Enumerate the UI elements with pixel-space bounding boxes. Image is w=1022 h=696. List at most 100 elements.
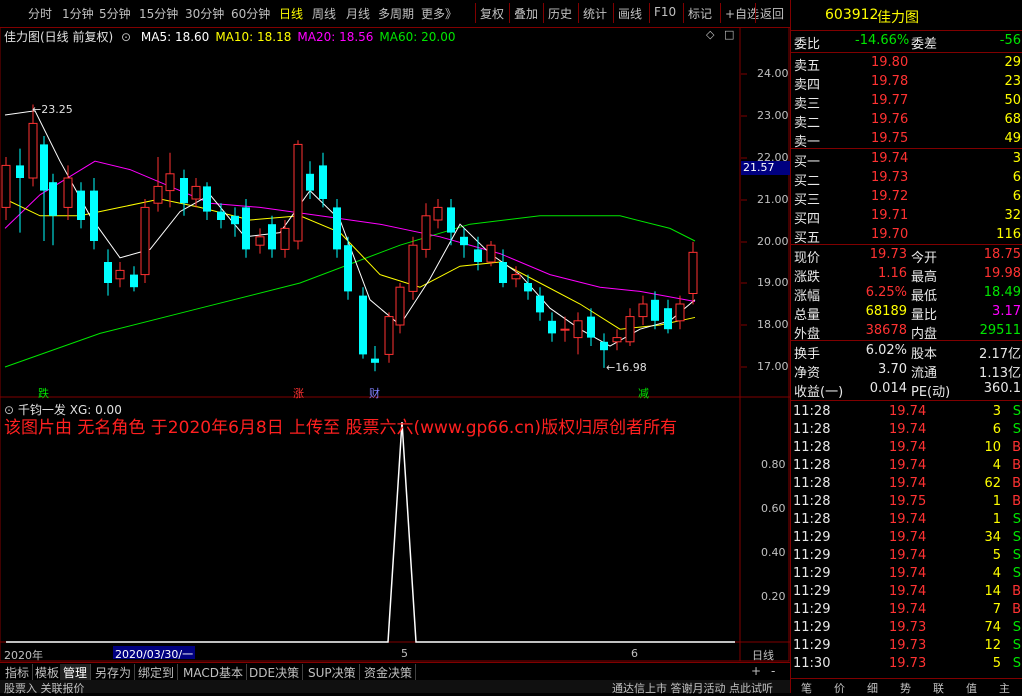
toolbar-item-5[interactable]: 60分钟 bbox=[231, 5, 270, 22]
tick-row[interactable]: 11:29 19.74 4 S bbox=[791, 566, 1022, 584]
bottom-tab-2[interactable]: 管理 bbox=[60, 664, 92, 681]
tick-row[interactable]: 11:29 19.74 14 B bbox=[791, 584, 1022, 602]
bottom-tab-6[interactable]: DDE决策 bbox=[246, 664, 304, 681]
sell-row[interactable]: 卖四 19.78 23 bbox=[791, 74, 1022, 93]
toolbar-separator bbox=[543, 3, 544, 23]
event-marker-reduce[interactable]: 减 bbox=[638, 385, 649, 401]
order-label: 买三 bbox=[794, 193, 821, 208]
candle-body bbox=[280, 227, 290, 250]
tick-row[interactable]: 11:28 19.74 1 S bbox=[791, 512, 1022, 530]
candle-body bbox=[191, 185, 201, 200]
toolbar-right-item-0[interactable]: 复权 bbox=[480, 5, 504, 22]
buy-row[interactable]: 买五 19.70 116 bbox=[791, 227, 1022, 246]
bottom-tab-8[interactable]: 资金决策 bbox=[361, 664, 417, 681]
toolbar-right-item-4[interactable]: 画线 bbox=[618, 5, 642, 22]
toolbar-item-10[interactable]: 更多》 bbox=[421, 5, 457, 22]
bottom-tab-3[interactable]: 另存为 bbox=[92, 664, 136, 681]
detail-tab-0[interactable]: 笔 bbox=[801, 680, 812, 696]
tick-row[interactable]: 11:28 19.74 4 B bbox=[791, 458, 1022, 476]
bottom-tab-1[interactable]: 模板 bbox=[32, 664, 64, 681]
tick-price: 19.74 bbox=[889, 566, 927, 581]
toolbar-item-4[interactable]: 30分钟 bbox=[185, 5, 224, 22]
tick-volume: 34 bbox=[984, 530, 1001, 545]
toolbar-item-3[interactable]: 15分钟 bbox=[139, 5, 178, 22]
toolbar-item-0[interactable]: 分时 bbox=[28, 5, 52, 22]
stat-label: 换手 bbox=[794, 347, 821, 362]
bottom-tab-0[interactable]: 指标 bbox=[2, 664, 34, 681]
zoom-in-button[interactable]: + bbox=[748, 664, 764, 678]
tick-price: 19.74 bbox=[889, 458, 927, 473]
tick-row[interactable]: 11:29 19.74 5 S bbox=[791, 548, 1022, 566]
candle-body bbox=[560, 328, 570, 331]
tick-row[interactable]: 11:29 19.74 34 S bbox=[791, 530, 1022, 548]
status-promo[interactable]: 通达信上市 答谢月活动 点此试听 bbox=[612, 680, 773, 696]
toolbar-right-item-1[interactable]: 叠加 bbox=[514, 5, 538, 22]
tick-row[interactable]: 11:28 19.74 10 B bbox=[791, 440, 1022, 458]
tick-row[interactable]: 11:29 19.74 7 B bbox=[791, 602, 1022, 620]
tick-row[interactable]: 11:29 19.73 12 S bbox=[791, 638, 1022, 656]
candle-body bbox=[460, 236, 468, 246]
tick-price: 19.74 bbox=[889, 584, 927, 599]
buy-row[interactable]: 买四 19.71 32 bbox=[791, 208, 1022, 227]
tick-row[interactable]: 11:28 19.74 3 S bbox=[791, 404, 1022, 422]
detail-tab-4[interactable]: 联 bbox=[933, 680, 944, 696]
order-volume: 3 bbox=[1012, 151, 1021, 166]
toolbar-right-item-7[interactable]: +自选 bbox=[725, 5, 759, 22]
chart-area[interactable] bbox=[0, 27, 790, 662]
detail-tab-6[interactable]: 主 bbox=[999, 680, 1010, 696]
buy-row[interactable]: 买三 19.72 6 bbox=[791, 189, 1022, 208]
buy-row[interactable]: 买二 19.73 6 bbox=[791, 170, 1022, 189]
status-left[interactable]: 股票入 关联报价 bbox=[4, 680, 85, 696]
bottom-tab-4[interactable]: 绑定到 bbox=[135, 664, 179, 681]
buy-row[interactable]: 买一 19.74 3 bbox=[791, 151, 1022, 170]
toolbar-right-item-2[interactable]: 历史 bbox=[548, 5, 572, 22]
order-label: 卖三 bbox=[794, 97, 821, 112]
candle-body bbox=[333, 207, 341, 250]
candle-body bbox=[255, 236, 265, 246]
sell-row[interactable]: 卖二 19.76 68 bbox=[791, 112, 1022, 131]
toolbar-item-1[interactable]: 1分钟 bbox=[62, 5, 94, 22]
tick-time: 11:28 bbox=[793, 458, 831, 473]
pin-icon[interactable]: ◇ bbox=[706, 28, 714, 41]
toolbar-item-9[interactable]: 多周期 bbox=[378, 5, 414, 22]
tick-row[interactable]: 11:30 19.73 5 S bbox=[791, 656, 1022, 674]
event-marker-finance[interactable]: 财 bbox=[369, 385, 380, 401]
event-marker-rise[interactable]: 涨 bbox=[293, 385, 304, 401]
detail-tab-5[interactable]: 值 bbox=[966, 680, 977, 696]
tick-side: S bbox=[1012, 404, 1021, 419]
candle-body bbox=[688, 251, 698, 294]
candle-body bbox=[130, 274, 138, 288]
zoom-out-button[interactable]: - bbox=[768, 664, 778, 678]
bottom-tab-7[interactable]: SUP决策 bbox=[305, 664, 360, 681]
tick-row[interactable]: 11:28 19.74 62 B bbox=[791, 476, 1022, 494]
sell-row[interactable]: 卖五 19.80 29 bbox=[791, 55, 1022, 74]
tick-row[interactable]: 11:28 19.74 6 S bbox=[791, 422, 1022, 440]
candle-body bbox=[511, 274, 521, 280]
sell-row[interactable]: 卖一 19.75 49 bbox=[791, 131, 1022, 150]
tick-row[interactable]: 11:29 19.73 74 S bbox=[791, 620, 1022, 638]
toolbar-right-item-8[interactable]: 返回 bbox=[760, 5, 784, 22]
sell-row[interactable]: 卖三 19.77 50 bbox=[791, 93, 1022, 112]
candle-body bbox=[293, 143, 303, 242]
toolbar-right-item-6[interactable]: 标记 bbox=[688, 5, 712, 22]
bottom-tab-5[interactable]: MACD基本 bbox=[180, 664, 247, 681]
tick-time: 11:28 bbox=[793, 494, 831, 509]
tick-side: B bbox=[1012, 458, 1021, 473]
detail-tab-3[interactable]: 势 bbox=[900, 680, 911, 696]
maximize-icon[interactable]: □ bbox=[724, 28, 734, 41]
toolbar-item-8[interactable]: 月线 bbox=[346, 5, 370, 22]
toolbar-item-2[interactable]: 5分钟 bbox=[99, 5, 131, 22]
toolbar-right-item-3[interactable]: 统计 bbox=[583, 5, 607, 22]
toolbar-right-item-5[interactable]: F10 bbox=[654, 5, 676, 19]
stat-value: 3.70 bbox=[878, 362, 907, 377]
tick-row[interactable]: 11:28 19.75 1 B bbox=[791, 494, 1022, 512]
tick-side: B bbox=[1012, 602, 1021, 617]
settings-circle-icon[interactable]: ⊙ bbox=[121, 30, 131, 44]
weibi-row: 委比 -14.66% 委差 -56 bbox=[791, 33, 1022, 52]
detail-tab-2[interactable]: 细 bbox=[867, 680, 878, 696]
toolbar-item-7[interactable]: 周线 bbox=[312, 5, 336, 22]
toolbar-item-6[interactable]: 日线 bbox=[279, 5, 303, 22]
event-marker-fall[interactable]: 跌 bbox=[38, 385, 49, 401]
detail-tab-1[interactable]: 价 bbox=[834, 680, 845, 696]
tick-volume: 4 bbox=[992, 566, 1001, 581]
